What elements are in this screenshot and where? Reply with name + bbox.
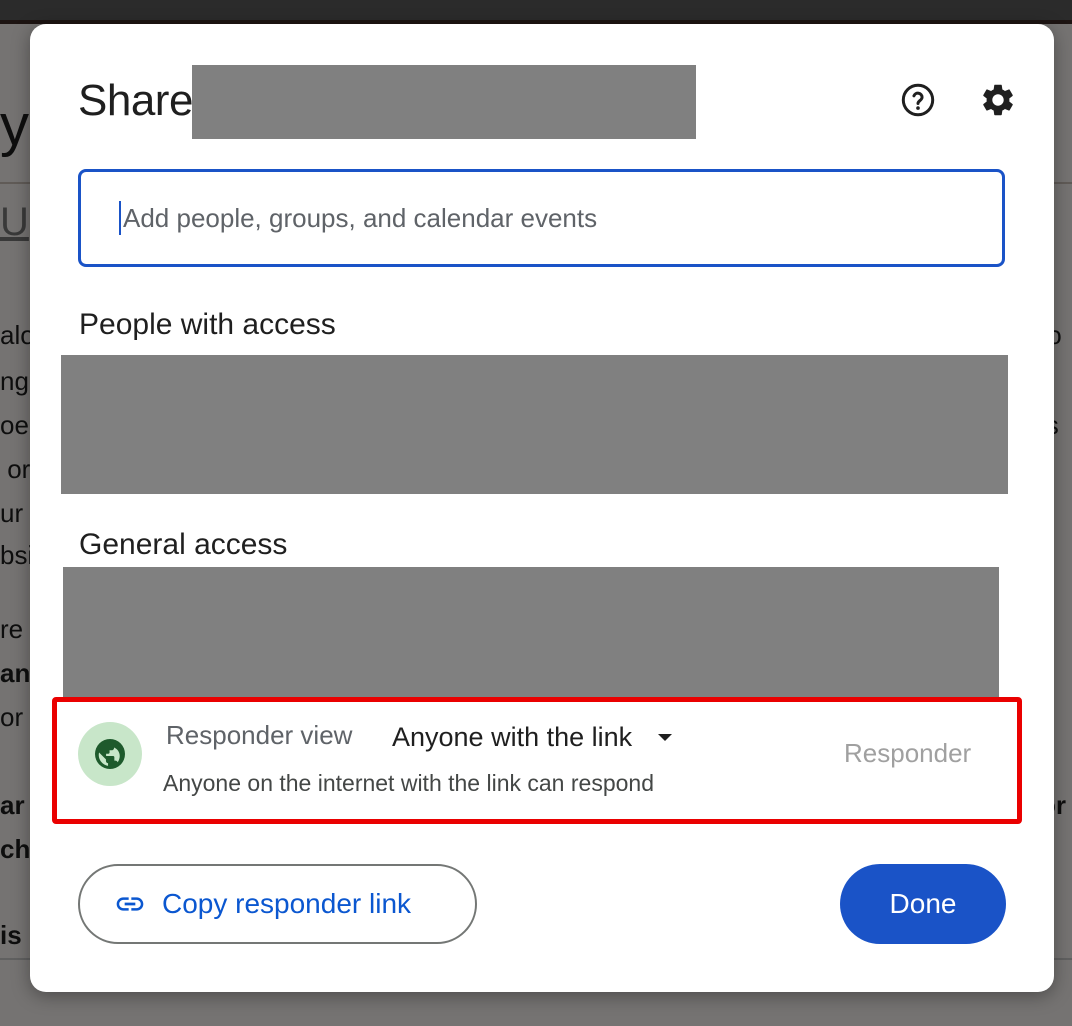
globe-icon	[95, 739, 125, 769]
help-circle-icon	[901, 83, 935, 117]
access-type-label: Responder view	[166, 720, 353, 750]
help-button[interactable]	[894, 76, 942, 124]
general-access-heading: General access	[79, 528, 288, 561]
link-access-dropdown[interactable]: Anyone with the link	[392, 718, 673, 756]
text-caret	[119, 201, 121, 235]
share-dialog: Share People with access General access …	[30, 24, 1054, 992]
link-icon	[116, 897, 144, 911]
link-access-value: Anyone with the link	[392, 721, 633, 752]
dialog-title: Share	[78, 76, 193, 125]
copy-responder-link-button[interactable]: Copy responder link	[78, 864, 477, 944]
redacted-document-name	[192, 65, 696, 139]
gear-icon	[983, 84, 1013, 116]
redacted-general-access	[63, 567, 999, 702]
people-with-access-heading: People with access	[79, 308, 336, 341]
share-search-field[interactable]	[78, 169, 1005, 267]
copy-link-label: Copy responder link	[162, 888, 412, 919]
access-description: Anyone on the internet with the link can…	[163, 770, 654, 796]
globe-badge	[78, 722, 142, 786]
settings-button[interactable]	[974, 76, 1022, 124]
redacted-people-list	[61, 355, 1008, 494]
add-people-input[interactable]	[123, 202, 973, 234]
role-label: Responder	[844, 738, 972, 768]
chevron-down-icon	[658, 733, 673, 741]
done-label: Done	[889, 888, 957, 919]
done-button[interactable]: Done	[840, 864, 1006, 944]
